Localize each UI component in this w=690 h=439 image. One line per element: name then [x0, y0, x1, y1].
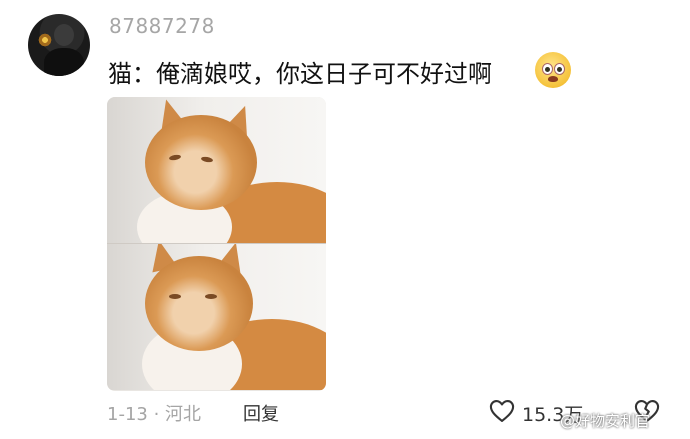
avatar-flower	[37, 32, 53, 48]
avatar-body	[44, 48, 84, 76]
comment-date-location: 1-13 · 河北	[107, 404, 202, 425]
username[interactable]: 87887278	[109, 14, 215, 38]
avatar[interactable]	[28, 14, 90, 76]
comment-text: 猫：俺滴娘哎，你这日子可不好过啊	[108, 60, 492, 88]
cat-eye-left	[169, 294, 181, 299]
cat-head	[145, 115, 257, 210]
attached-cat-image[interactable]	[107, 97, 326, 391]
cat-photo-top	[107, 97, 326, 243]
avatar-face	[54, 24, 74, 46]
cat-head	[145, 256, 253, 351]
emoji-right-eye	[554, 63, 565, 75]
heart-icon[interactable]	[488, 397, 516, 425]
woozy-crying-face-emoji	[535, 52, 571, 88]
weibo-watermark: @好物安利官	[560, 412, 651, 430]
emoji-left-eye	[542, 63, 553, 75]
emoji-mouth	[548, 76, 558, 82]
cat-photo-bottom	[107, 244, 326, 390]
reply-button[interactable]: 回复	[243, 400, 279, 426]
cat-eye-right	[205, 294, 217, 299]
